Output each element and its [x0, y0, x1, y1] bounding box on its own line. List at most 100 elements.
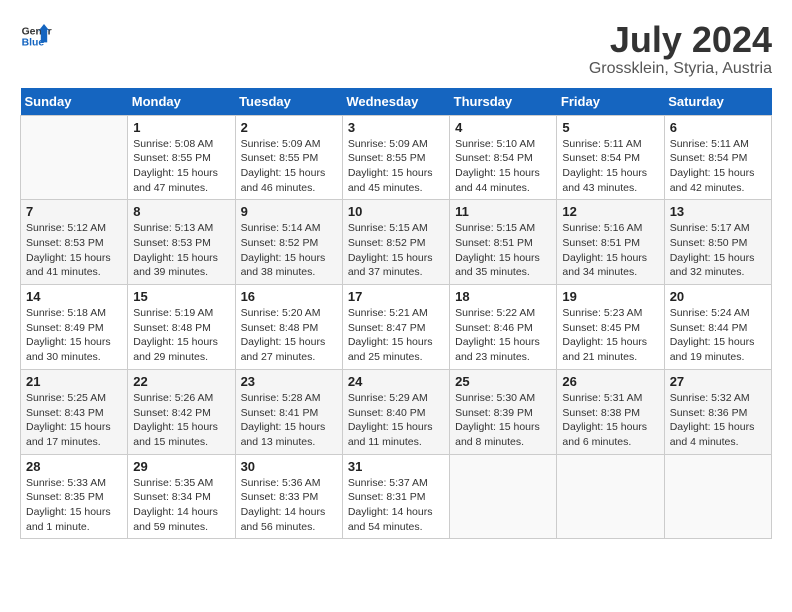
calendar-cell: 22Sunrise: 5:26 AM Sunset: 8:42 PM Dayli… [128, 369, 235, 454]
day-info: Sunrise: 5:22 AM Sunset: 8:46 PM Dayligh… [455, 306, 551, 365]
page-header: General Blue July 2024 Grossklein, Styri… [20, 20, 772, 78]
title-block: July 2024 Grossklein, Styria, Austria [589, 20, 772, 78]
weekday-header: Friday [557, 88, 664, 116]
day-info: Sunrise: 5:18 AM Sunset: 8:49 PM Dayligh… [26, 306, 122, 365]
calendar-cell: 5 Sunrise: 5:11 AM Sunset: 8:54 PM Daylig… [557, 115, 664, 200]
day-number: 6 [670, 120, 766, 135]
day-number: 24 [348, 374, 444, 389]
day-number: 3 [348, 120, 444, 135]
calendar-cell: 4 Sunrise: 5:10 AM Sunset: 8:54 PM Daylig… [450, 115, 557, 200]
day-info: Sunrise: 5:17 AM Sunset: 8:50 PM Dayligh… [670, 221, 766, 280]
calendar-cell: 26Sunrise: 5:31 AM Sunset: 8:38 PM Dayli… [557, 369, 664, 454]
day-number: 30 [241, 459, 337, 474]
calendar-cell: 1Sunrise: 5:08 AM Sunset: 8:55 PM Daylig… [128, 115, 235, 200]
calendar-cell: 2 Sunrise: 5:09 AM Sunset: 8:55 PM Daylig… [235, 115, 342, 200]
day-info: Sunrise: 5:24 AM Sunset: 8:44 PM Dayligh… [670, 306, 766, 365]
day-info: Sunrise: 5:09 AM Sunset: 8:55 PM Dayligh… [241, 137, 337, 196]
day-number: 12 [562, 204, 658, 219]
calendar-cell: 28 Sunrise: 5:33 AM Sunset: 8:35 PM Dayli… [21, 454, 128, 539]
calendar-cell: 13 Sunrise: 5:17 AM Sunset: 8:50 PM Dayli… [664, 200, 771, 285]
day-number: 28 [26, 459, 122, 474]
day-number: 2 [241, 120, 337, 135]
calendar-cell: 16 Sunrise: 5:20 AM Sunset: 8:48 PM Dayli… [235, 285, 342, 370]
calendar-cell: 8 Sunrise: 5:13 AM Sunset: 8:53 PM Daylig… [128, 200, 235, 285]
day-info: Sunrise: 5:31 AM Sunset: 8:38 PM Dayligh… [562, 391, 658, 450]
day-info: Sunrise: 5:23 AM Sunset: 8:45 PM Dayligh… [562, 306, 658, 365]
logo-icon: General Blue [20, 20, 52, 52]
weekday-header: Sunday [21, 88, 128, 116]
weekday-header: Tuesday [235, 88, 342, 116]
day-info: Sunrise: 5:20 AM Sunset: 8:48 PM Dayligh… [241, 306, 337, 365]
day-info: Sunrise: 5:16 AM Sunset: 8:51 PM Dayligh… [562, 221, 658, 280]
calendar-cell: 27Sunrise: 5:32 AM Sunset: 8:36 PM Dayli… [664, 369, 771, 454]
day-info: Sunrise: 5:09 AM Sunset: 8:55 PM Dayligh… [348, 137, 444, 196]
day-number: 15 [133, 289, 229, 304]
day-info: Sunrise: 5:11 AM Sunset: 8:54 PM Dayligh… [562, 137, 658, 196]
day-info: Sunrise: 5:37 AM Sunset: 8:31 PM Dayligh… [348, 476, 444, 535]
day-number: 17 [348, 289, 444, 304]
day-info: Sunrise: 5:08 AM Sunset: 8:55 PM Dayligh… [133, 137, 229, 196]
calendar-cell: 17 Sunrise: 5:21 AM Sunset: 8:47 PM Dayli… [342, 285, 449, 370]
calendar-cell: 3 Sunrise: 5:09 AM Sunset: 8:55 PM Daylig… [342, 115, 449, 200]
day-number: 13 [670, 204, 766, 219]
calendar-header-row: SundayMondayTuesdayWednesdayThursdayFrid… [21, 88, 772, 116]
calendar-cell: 30Sunrise: 5:36 AM Sunset: 8:33 PM Dayli… [235, 454, 342, 539]
calendar-cell: 11 Sunrise: 5:15 AM Sunset: 8:51 PM Dayli… [450, 200, 557, 285]
calendar-cell [450, 454, 557, 539]
day-info: Sunrise: 5:35 AM Sunset: 8:34 PM Dayligh… [133, 476, 229, 535]
day-info: Sunrise: 5:21 AM Sunset: 8:47 PM Dayligh… [348, 306, 444, 365]
day-number: 25 [455, 374, 551, 389]
day-info: Sunrise: 5:25 AM Sunset: 8:43 PM Dayligh… [26, 391, 122, 450]
day-info: Sunrise: 5:32 AM Sunset: 8:36 PM Dayligh… [670, 391, 766, 450]
day-number: 5 [562, 120, 658, 135]
day-number: 23 [241, 374, 337, 389]
calendar-cell: 21 Sunrise: 5:25 AM Sunset: 8:43 PM Dayli… [21, 369, 128, 454]
day-number: 11 [455, 204, 551, 219]
calendar-cell [557, 454, 664, 539]
day-info: Sunrise: 5:10 AM Sunset: 8:54 PM Dayligh… [455, 137, 551, 196]
location-subtitle: Grossklein, Styria, Austria [589, 60, 772, 78]
day-info: Sunrise: 5:19 AM Sunset: 8:48 PM Dayligh… [133, 306, 229, 365]
calendar-cell: 10 Sunrise: 5:15 AM Sunset: 8:52 PM Dayli… [342, 200, 449, 285]
day-info: Sunrise: 5:12 AM Sunset: 8:53 PM Dayligh… [26, 221, 122, 280]
calendar-week-row: 1Sunrise: 5:08 AM Sunset: 8:55 PM Daylig… [21, 115, 772, 200]
day-info: Sunrise: 5:15 AM Sunset: 8:52 PM Dayligh… [348, 221, 444, 280]
calendar-cell: 24Sunrise: 5:29 AM Sunset: 8:40 PM Dayli… [342, 369, 449, 454]
svg-text:General: General [22, 26, 52, 37]
calendar-table: SundayMondayTuesdayWednesdayThursdayFrid… [20, 88, 772, 540]
calendar-cell: 6 Sunrise: 5:11 AM Sunset: 8:54 PM Daylig… [664, 115, 771, 200]
calendar-cell: 12 Sunrise: 5:16 AM Sunset: 8:51 PM Dayli… [557, 200, 664, 285]
day-number: 10 [348, 204, 444, 219]
weekday-header: Saturday [664, 88, 771, 116]
calendar-week-row: 21 Sunrise: 5:25 AM Sunset: 8:43 PM Dayli… [21, 369, 772, 454]
day-number: 9 [241, 204, 337, 219]
day-info: Sunrise: 5:26 AM Sunset: 8:42 PM Dayligh… [133, 391, 229, 450]
logo: General Blue [20, 20, 52, 52]
day-number: 4 [455, 120, 551, 135]
day-info: Sunrise: 5:33 AM Sunset: 8:35 PM Dayligh… [26, 476, 122, 535]
day-info: Sunrise: 5:30 AM Sunset: 8:39 PM Dayligh… [455, 391, 551, 450]
calendar-cell [664, 454, 771, 539]
day-number: 7 [26, 204, 122, 219]
day-number: 18 [455, 289, 551, 304]
day-info: Sunrise: 5:11 AM Sunset: 8:54 PM Dayligh… [670, 137, 766, 196]
day-number: 14 [26, 289, 122, 304]
day-number: 19 [562, 289, 658, 304]
calendar-cell: 7 Sunrise: 5:12 AM Sunset: 8:53 PM Daylig… [21, 200, 128, 285]
calendar-cell: 20 Sunrise: 5:24 AM Sunset: 8:44 PM Dayli… [664, 285, 771, 370]
day-info: Sunrise: 5:14 AM Sunset: 8:52 PM Dayligh… [241, 221, 337, 280]
calendar-cell: 9 Sunrise: 5:14 AM Sunset: 8:52 PM Daylig… [235, 200, 342, 285]
day-number: 16 [241, 289, 337, 304]
day-info: Sunrise: 5:13 AM Sunset: 8:53 PM Dayligh… [133, 221, 229, 280]
day-number: 31 [348, 459, 444, 474]
day-number: 20 [670, 289, 766, 304]
day-info: Sunrise: 5:15 AM Sunset: 8:51 PM Dayligh… [455, 221, 551, 280]
day-number: 21 [26, 374, 122, 389]
calendar-cell: 23 Sunrise: 5:28 AM Sunset: 8:41 PM Dayli… [235, 369, 342, 454]
day-number: 29 [133, 459, 229, 474]
calendar-body: 1Sunrise: 5:08 AM Sunset: 8:55 PM Daylig… [21, 115, 772, 539]
weekday-header: Thursday [450, 88, 557, 116]
day-info: Sunrise: 5:28 AM Sunset: 8:41 PM Dayligh… [241, 391, 337, 450]
calendar-cell: 29 Sunrise: 5:35 AM Sunset: 8:34 PM Dayli… [128, 454, 235, 539]
day-number: 8 [133, 204, 229, 219]
